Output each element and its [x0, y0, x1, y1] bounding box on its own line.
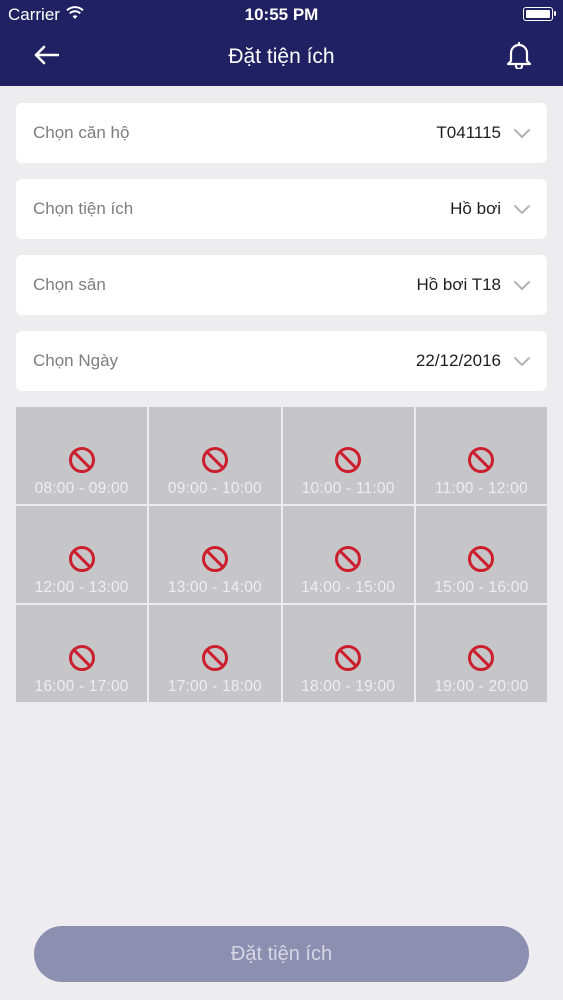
battery-icon [523, 7, 556, 21]
bell-icon [506, 41, 532, 74]
time-slot-label: 15:00 - 16:00 [434, 579, 529, 596]
time-slot[interactable]: 17:00 - 18:00 [149, 605, 281, 702]
status-bar: Carrier 10:55 PM [0, 0, 563, 30]
time-slot-label: 19:00 - 20:00 [434, 678, 529, 695]
facility-select-label: Chọn tiện ích [33, 199, 134, 218]
time-slot[interactable]: 15:00 - 16:00 [415, 506, 547, 603]
time-slot[interactable]: 13:00 - 14:00 [149, 506, 281, 603]
no-entry-icon [201, 446, 229, 474]
no-entry-icon [467, 446, 495, 474]
time-slot-label: 11:00 - 12:00 [434, 480, 528, 497]
time-slot-label: 18:00 - 19:00 [301, 678, 396, 695]
time-slot[interactable]: 12:00 - 13:00 [16, 506, 148, 603]
court-select-value: Hồ bơi T18 [416, 275, 501, 294]
time-slot-label: 08:00 - 09:00 [34, 480, 129, 497]
page-title: Đặt tiện ích [228, 45, 335, 68]
time-slot[interactable]: 10:00 - 11:00 [282, 407, 414, 504]
date-select-value: 22/12/2016 [415, 351, 501, 370]
time-slot[interactable]: 18:00 - 19:00 [282, 605, 414, 702]
time-slot[interactable]: 16:00 - 17:00 [16, 605, 148, 702]
book-facility-button[interactable]: Đặt tiện ích [34, 926, 529, 982]
no-entry-icon [467, 644, 495, 672]
no-entry-icon [334, 545, 362, 573]
no-entry-icon [68, 545, 96, 573]
no-entry-icon [201, 644, 229, 672]
notifications-button[interactable] [503, 40, 535, 74]
date-select-label: Chọn Ngày [33, 351, 119, 370]
time-slot-label: 14:00 - 15:00 [301, 579, 396, 596]
court-select[interactable]: Chọn sân Hồ bơi T18 [16, 255, 547, 315]
chevron-down-icon [513, 279, 531, 291]
time-slot[interactable]: 08:00 - 09:00 [16, 407, 148, 504]
chevron-down-icon [513, 203, 531, 215]
no-entry-icon [201, 545, 229, 573]
nav-bar: Đặt tiện ích [0, 30, 563, 86]
time-slot-label: 09:00 - 10:00 [167, 480, 262, 497]
top-bar: Carrier 10:55 PM Đặt tiện ích [0, 0, 563, 86]
time-slot[interactable]: 11:00 - 12:00 [415, 407, 547, 504]
facility-select[interactable]: Chọn tiện ích Hồ bơi [16, 179, 547, 239]
no-entry-icon [467, 545, 495, 573]
apartment-select-value: T041115 [436, 123, 501, 142]
no-entry-icon [334, 446, 362, 474]
time-slot-label: 17:00 - 18:00 [167, 678, 262, 695]
status-time: 10:55 PM [244, 5, 319, 24]
time-slot[interactable]: 19:00 - 20:00 [415, 605, 547, 702]
apartment-select-label: Chọn căn hộ [33, 123, 130, 142]
time-slot-label: 10:00 - 11:00 [301, 480, 395, 497]
time-slot[interactable]: 14:00 - 15:00 [282, 506, 414, 603]
chevron-down-icon [513, 127, 531, 139]
chevron-down-icon [513, 355, 531, 367]
court-select-label: Chọn sân [33, 275, 106, 294]
facility-select-value: Hồ bơi [450, 199, 501, 218]
time-slot-grid: 08:00 - 09:00 09:00 - 10:00 10:00 - 11:00 1… [16, 407, 547, 702]
no-entry-icon [334, 644, 362, 672]
apartment-select[interactable]: Chọn căn hộ T041115 [16, 103, 547, 163]
time-slot[interactable]: 09:00 - 10:00 [149, 407, 281, 504]
date-select[interactable]: Chọn Ngày 22/12/2016 [16, 331, 547, 391]
time-slot-label: 16:00 - 17:00 [34, 678, 129, 695]
no-entry-icon [68, 446, 96, 474]
time-slot-label: 13:00 - 14:00 [167, 579, 262, 596]
time-slot-label: 12:00 - 13:00 [34, 579, 129, 596]
no-entry-icon [68, 644, 96, 672]
